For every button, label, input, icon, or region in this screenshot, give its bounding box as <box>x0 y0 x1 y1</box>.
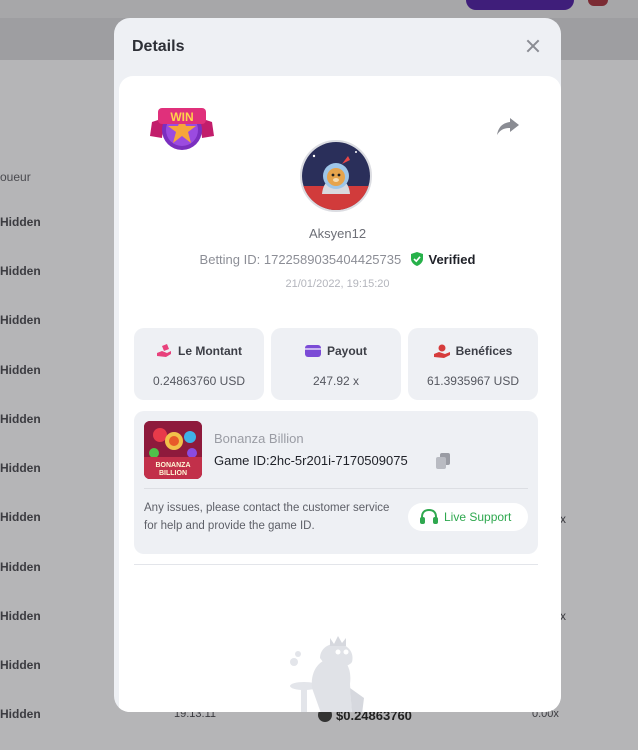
background-row: Hidden <box>0 560 41 574</box>
stat-label-profit: Benéfices <box>408 344 538 358</box>
details-modal: Details WIN Aksyen12 Betting ID: 1722589… <box>114 18 561 712</box>
stat-label-payout: Payout <box>271 344 401 358</box>
live-support-label: Live Support <box>444 510 512 524</box>
close-icon[interactable] <box>522 36 544 58</box>
live-support-button[interactable]: Live Support <box>408 503 528 531</box>
divider <box>134 564 538 565</box>
stat-value-payout: 247.92 x <box>312 374 360 388</box>
background-row: Hidden <box>0 461 41 475</box>
empty-state-dino-icon <box>290 636 364 712</box>
support-help-text: Any issues, please contact the customer … <box>144 502 390 532</box>
stat-card-payout: Payout 247.92 x <box>271 328 401 400</box>
game-id: Game ID:2hc-5r201i-7170509075 <box>214 453 408 468</box>
modal-title: Details <box>132 38 185 55</box>
background-row: Hidden <box>0 658 41 672</box>
stat-value-amount: 0.24863760 USD <box>152 374 246 388</box>
verified-label: Verified <box>428 252 476 267</box>
stat-label-amount: Le Montant <box>134 344 264 358</box>
avatar-image <box>302 142 370 210</box>
background-row: Hidden <box>0 215 41 229</box>
divider <box>144 488 528 489</box>
background-row: Hidden <box>0 412 41 426</box>
username: Aksyen12 <box>308 226 367 241</box>
background-column-player: oueur <box>0 170 31 184</box>
background-row: Hidden <box>0 510 41 524</box>
betting-id-line: Betting ID: 1722589035404425735 Verified <box>114 252 561 267</box>
stat-value-profit: 61.3935967 USD <box>426 374 520 388</box>
stat-card-profit: Benéfices 61.3935967 USD <box>408 328 538 400</box>
svg-text:BILLION: BILLION <box>159 470 187 477</box>
coin-hand-icon <box>157 344 171 357</box>
svg-text:BONANZA: BONANZA <box>156 462 191 469</box>
background-row: Hidden <box>0 363 41 377</box>
win-badge-text: WIN <box>170 110 193 124</box>
background-login-button[interactable] <box>466 0 574 10</box>
background-row: Hidden <box>0 707 41 721</box>
share-icon[interactable] <box>496 116 520 136</box>
wallet-icon <box>304 345 321 357</box>
game-info-box: BONANZA BILLION Bonanza Billion Game ID:… <box>134 411 538 554</box>
copy-icon[interactable] <box>436 453 450 469</box>
stat-label-text: Payout <box>326 344 367 358</box>
background-row: Hidden <box>0 264 41 278</box>
game-thumbnail[interactable]: BONANZA BILLION <box>144 421 202 479</box>
headset-icon <box>420 509 438 524</box>
bet-datetime: 21/01/2022, 19:15:20 <box>285 278 390 290</box>
game-thumbnail-image: BONANZA BILLION <box>144 421 202 479</box>
avatar <box>300 140 372 212</box>
stat-label-text: Benéfices <box>455 344 513 358</box>
win-badge-icon: WIN <box>150 108 214 150</box>
verified-shield-icon <box>410 252 423 266</box>
background-flag-icon <box>588 0 608 6</box>
profit-icon <box>433 344 450 358</box>
modal-header: Details <box>114 18 561 76</box>
stat-card-amount: Le Montant 0.24863760 USD <box>134 328 264 400</box>
stat-label-text: Le Montant <box>178 344 242 358</box>
betting-id: Betting ID: 1722589035404425735 <box>199 252 402 267</box>
background-row: Hidden <box>0 609 41 623</box>
game-name: Bonanza Billion <box>214 431 304 446</box>
background-row: Hidden <box>0 313 41 327</box>
